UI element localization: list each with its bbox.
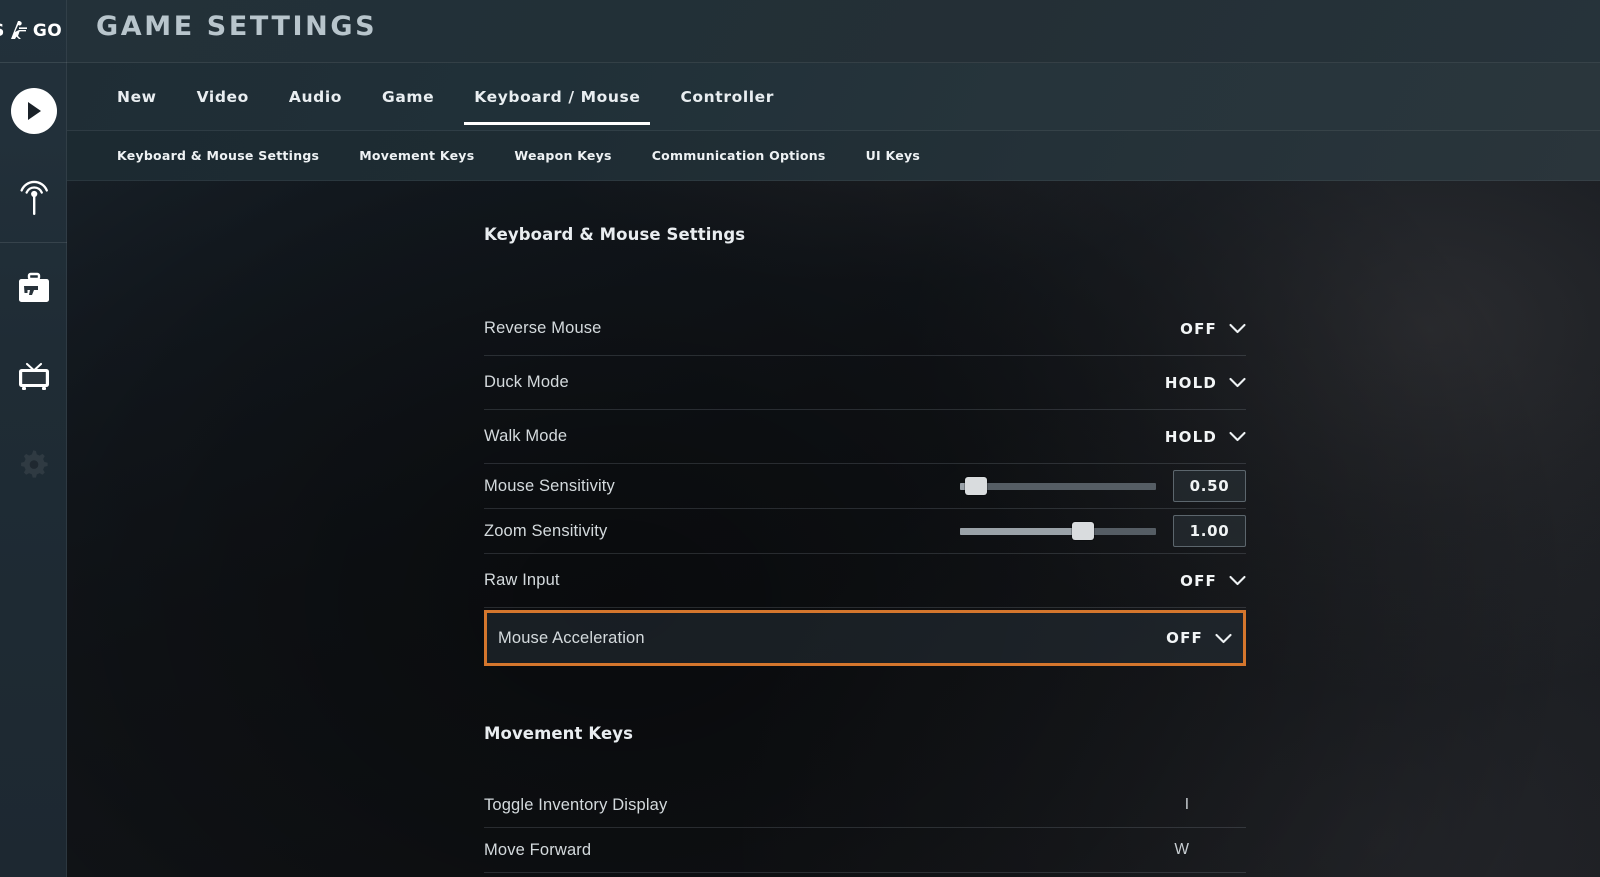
setting-label: Move Forward [484,840,592,859]
movement-keys-rows: Toggle Inventory DisplayIMove ForwardWMo… [484,783,1246,877]
keyboard-mouse-rows: Reverse Mouse OFF Duck Mode HOLD Walk Mode HO… [484,302,1246,666]
slider-handle[interactable] [964,477,987,495]
page-header: GAME SETTINGS [67,0,1600,63]
rail-divider [0,242,67,243]
setting-row-duck-mode[interactable]: Duck Mode HOLD [484,356,1246,410]
watch-tv-icon [18,362,49,390]
setting-slider[interactable] [960,521,1156,541]
setting-row-walk-mode[interactable]: Walk Mode HOLD [484,410,1246,464]
section-gap-1 [484,244,1246,302]
setting-row-reverse-mouse[interactable]: Reverse Mouse OFF [484,302,1246,356]
setting-value: HOLD [1164,373,1217,392]
logo-soldier-icon [10,21,27,39]
rail-item-broadcast[interactable] [0,176,67,222]
rail-item-watch[interactable] [0,355,67,397]
rail-item-settings[interactable] [0,443,67,485]
setting-row-move-backward[interactable]: Move BackwardS [484,873,1246,877]
setting-slider[interactable] [960,476,1156,496]
chevron-down-icon [1229,323,1246,334]
chevron-down-icon [1229,575,1246,586]
csgo-settings-screen: CS GO [0,0,1600,877]
binding-key-value: I [1184,796,1189,813]
left-nav-rail: CS GO [0,0,67,877]
subtab-ui-keys[interactable]: UI Keys [846,131,940,181]
slider-fill [960,527,1084,535]
setting-value: OFF [1180,571,1217,590]
chevron-down-icon [1215,633,1232,643]
slider-track[interactable] [960,522,1156,540]
setting-value: OFF [1166,629,1203,647]
tab-audio[interactable]: Audio [269,63,362,131]
logo-text-go: GO [32,21,63,41]
tab-controller[interactable]: Controller [660,63,794,131]
slider-value-text: 0.50 [1189,477,1230,495]
tab-game[interactable]: Game [362,63,454,131]
settings-content: Keyboard & Mouse Settings Reverse Mouse O… [67,181,1600,877]
setting-row-mouse-acceleration[interactable]: Mouse Acceleration OFF [484,610,1246,666]
tab-keyboard-mouse[interactable]: Keyboard / Mouse [454,63,660,131]
setting-row-mouse-sensitivity[interactable]: Mouse Sensitivity 0.50 [484,464,1246,509]
binding-key-cell: S [484,873,1246,877]
tab-video[interactable]: Video [177,63,269,131]
subtab-keyboard-mouse-settings[interactable]: Keyboard & Mouse Settings [97,131,339,181]
setting-dropdown[interactable]: OFF [1180,302,1246,355]
inventory-icon [18,272,49,302]
play-icon [27,102,41,120]
setting-label: Duck Mode [484,373,569,391]
slider-value-text: 1.00 [1189,522,1230,540]
subtab-communication-options[interactable]: Communication Options [632,131,846,181]
setting-label: Mouse Acceleration [498,628,645,647]
setting-value: HOLD [1164,427,1217,446]
primary-tabs: New Video Audio Game Keyboard / Mouse Control… [97,63,794,130]
slider-value-field[interactable]: 1.00 [1173,515,1246,547]
section-gap-2 [484,666,1246,724]
slider-track[interactable] [960,477,1156,495]
setting-label: Walk Mode [484,427,568,445]
broadcast-icon [19,180,48,215]
setting-dropdown[interactable]: HOLD [1165,410,1246,463]
setting-row-toggle-inventory-display[interactable]: Toggle Inventory Display I [484,783,1246,828]
setting-label: Mouse Sensitivity [484,476,615,495]
setting-row-move-forward[interactable]: Move Forward W [484,828,1246,873]
sub-tabs: Keyboard & Mouse Settings Movement Keys We… [97,131,940,180]
setting-value: OFF [1180,319,1217,338]
binding-key-cell: W [484,828,1246,872]
setting-dropdown[interactable]: HOLD [1165,356,1246,409]
subtab-movement-keys[interactable]: Movement Keys [339,131,494,181]
rail-item-play[interactable] [0,88,67,134]
chevron-down-icon [1229,377,1246,388]
subtab-weapon-keys[interactable]: Weapon Keys [494,131,631,181]
setting-label: Zoom Sensitivity [484,521,608,540]
tab-new[interactable]: New [97,63,177,131]
setting-label: Raw Input [484,571,560,589]
setting-row-zoom-sensitivity[interactable]: Zoom Sensitivity 1.00 [484,509,1246,554]
settings-panel: Keyboard & Mouse Settings Reverse Mouse O… [484,181,1246,877]
logo-text-cs: CS [0,21,5,41]
sub-tabbar: Keyboard & Mouse Settings Movement Keys We… [67,131,1600,181]
csgo-logo[interactable]: CS GO [0,0,67,63]
chevron-down-icon [1229,431,1246,442]
setting-dropdown[interactable]: OFF [1166,613,1232,663]
section-title-movement-keys: Movement Keys [484,724,634,743]
play-button[interactable] [10,88,57,134]
primary-tabbar: New Video Audio Game Keyboard / Mouse Control… [67,63,1600,131]
section-gap-3 [484,743,1246,783]
setting-row-raw-input[interactable]: Raw Input OFF [484,554,1246,608]
setting-label: Toggle Inventory Display [484,795,668,814]
setting-label: Reverse Mouse [484,319,602,337]
slider-value-field[interactable]: 0.50 [1173,470,1246,502]
page-title: GAME SETTINGS [96,11,378,42]
panel-top-pad [484,181,1246,225]
settings-gear-icon [20,450,48,478]
slider-handle[interactable] [1072,522,1095,540]
rail-item-inventory[interactable] [0,268,67,310]
section-title-keyboard-mouse: Keyboard & Mouse Settings [484,225,746,244]
setting-dropdown[interactable]: OFF [1180,554,1246,607]
binding-key-value: W [1174,841,1189,858]
